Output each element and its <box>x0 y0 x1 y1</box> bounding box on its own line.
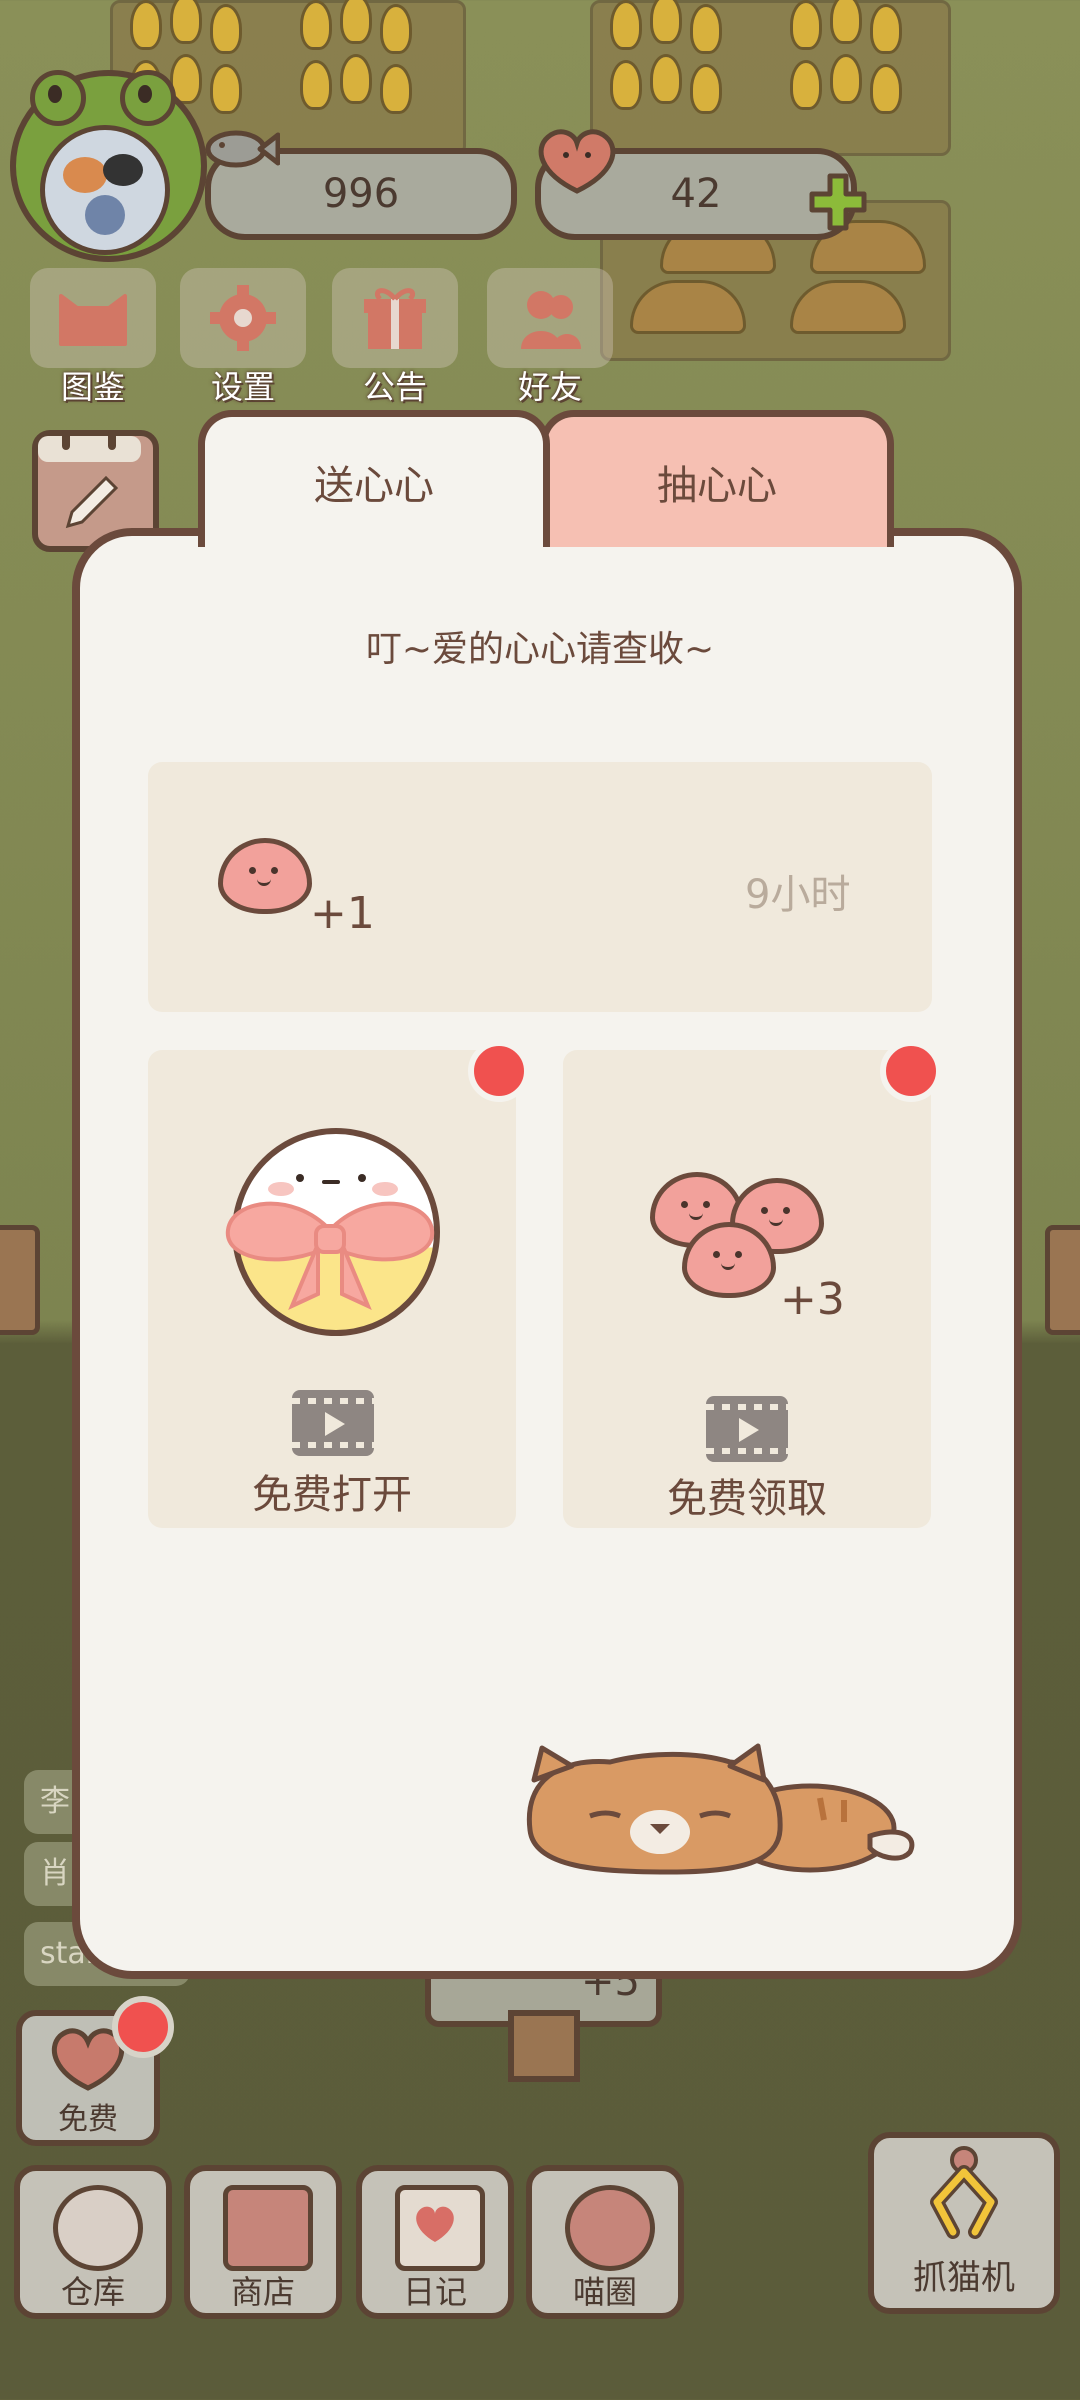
collection-label: 图鉴 <box>60 368 125 406</box>
cat-planet-icon <box>565 2185 655 2271</box>
sleeping-cat-illustration <box>526 1743 915 1875</box>
settings-button[interactable]: 设置 <box>178 268 308 408</box>
notification-dot <box>468 1040 530 1102</box>
fence-post-right <box>1045 1225 1080 1335</box>
warehouse-button[interactable]: 仓库 <box>14 2165 172 2319</box>
side-list-text: 肖 <box>40 1856 70 1891</box>
heart-timer-countdown: 9小时 <box>745 872 851 918</box>
notification-dot <box>112 1996 174 2058</box>
fence-post-left <box>0 1225 40 1335</box>
avatar[interactable] <box>40 125 170 255</box>
diary-button[interactable]: 日记 <box>356 2165 514 2319</box>
signpost-pole <box>508 2010 580 2082</box>
side-list-text: 李 <box>40 1784 70 1819</box>
fish-count: 996 <box>322 171 400 217</box>
diary-label: 日记 <box>402 2273 467 2311</box>
tab-draw-hearts[interactable]: 抽心心 <box>540 410 894 547</box>
tab-send-hearts[interactable]: 送心心 <box>198 410 550 547</box>
wheat-decor <box>600 0 940 130</box>
tab-send-hearts-label: 送心心 <box>314 463 434 509</box>
frog-eye-right <box>120 70 176 126</box>
panel-subtitle: 叮~爱的心心请查收~ <box>365 629 715 670</box>
shop-label: 商店 <box>230 2273 295 2311</box>
video-ad-icon <box>292 1390 374 1456</box>
fish-icon <box>205 130 280 168</box>
collection-button[interactable]: 图鉴 <box>28 268 158 408</box>
settings-label: 设置 <box>210 368 275 406</box>
claw-icon <box>930 2146 998 2239</box>
free-hearts-label: 免费 <box>58 2102 118 2137</box>
announcement-label: 公告 <box>362 368 427 406</box>
friends-label: 好友 <box>517 368 582 406</box>
free-open-label: 免费打开 <box>252 1472 412 1518</box>
friends-icon <box>487 268 613 368</box>
heart-count: 42 <box>670 171 722 217</box>
add-hearts-plus-icon[interactable] <box>808 172 868 232</box>
video-ad-icon <box>706 1396 788 1462</box>
cat-circle-label: 喵圈 <box>572 2273 637 2311</box>
notification-dot <box>880 1040 942 1102</box>
friends-button[interactable]: 好友 <box>485 268 615 408</box>
frog-eye-left <box>30 70 86 126</box>
claw-machine-button[interactable]: 抓猫机 <box>868 2132 1060 2314</box>
claim-heart-plus: +3 <box>780 1274 845 1325</box>
claw-machine-label: 抓猫机 <box>913 2258 1015 2298</box>
heart-icon <box>538 129 616 194</box>
cat-face-icon <box>30 268 156 368</box>
announcement-button[interactable]: 公告 <box>330 268 460 408</box>
warehouse-label: 仓库 <box>60 2273 125 2311</box>
tab-draw-hearts-label: 抽心心 <box>657 463 777 509</box>
cat-circle-button[interactable]: 喵圈 <box>526 2165 684 2319</box>
gear-icon <box>180 268 306 368</box>
timer-heart-plus: +1 <box>310 888 375 939</box>
bow-ribbon-icon <box>225 1201 435 1310</box>
gift-icon <box>332 268 458 368</box>
warehouse-icon <box>53 2185 143 2271</box>
shop-button[interactable]: 商店 <box>184 2165 342 2319</box>
diary-icon <box>395 2185 485 2271</box>
shop-icon <box>223 2185 313 2271</box>
tab-panel-join <box>205 528 531 558</box>
free-claim-label: 免费领取 <box>667 1476 827 1522</box>
